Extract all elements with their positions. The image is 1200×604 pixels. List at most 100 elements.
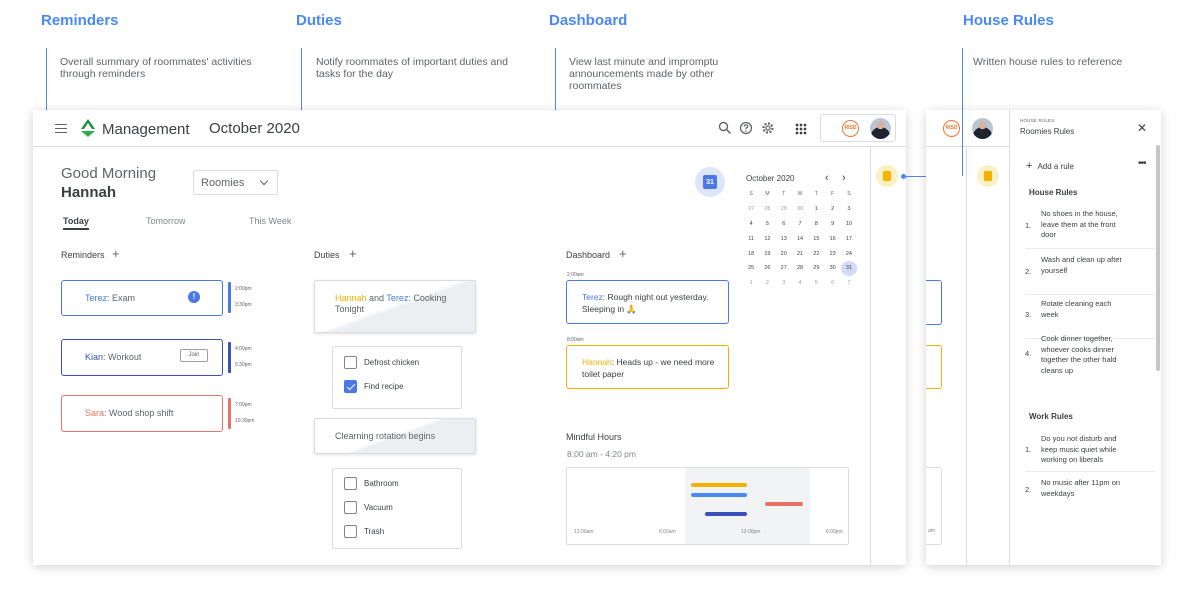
join-button[interactable]: Join <box>180 349 208 362</box>
tab-tomorrow[interactable]: Tomorrow <box>146 216 186 226</box>
calendar-day[interactable]: 3 <box>776 276 792 291</box>
more-options-icon[interactable]: ••• <box>1138 158 1146 169</box>
calendar-day[interactable]: 11 <box>743 231 759 246</box>
reminder-activity: : Wood shop shift <box>104 408 174 418</box>
calendar-day[interactable]: 5 <box>759 217 775 232</box>
current-month: October 2020 <box>209 120 300 137</box>
add-reminder-plus-icon[interactable]: + <box>112 247 120 260</box>
calendar-day[interactable]: 8 <box>808 217 824 232</box>
chevron-down-icon <box>259 176 269 186</box>
search-icon[interactable] <box>718 121 732 135</box>
checkbox-defrost[interactable] <box>344 356 357 369</box>
calendar-day[interactable]: 3 <box>841 202 857 217</box>
calendar-day[interactable]: 10 <box>841 217 857 232</box>
reminder-activity: : Exam <box>107 293 136 303</box>
menu-icon[interactable] <box>55 124 67 133</box>
calendar-day[interactable]: 27 <box>776 261 792 276</box>
calendar-day[interactable]: 14 <box>792 231 808 246</box>
plus-icon: + <box>1026 160 1033 172</box>
rule-item[interactable]: 2. No music after 11pm on weekdays <box>1025 478 1155 508</box>
rule-item[interactable]: 2. Wash and clean up after yourself <box>1025 255 1155 295</box>
calendar-day[interactable]: 29 <box>776 202 792 217</box>
calendar-day[interactable]: 28 <box>759 202 775 217</box>
calendar-day[interactable]: 4 <box>792 276 808 291</box>
house-rules-note-icon[interactable] <box>977 165 999 187</box>
user-avatar[interactable] <box>870 118 891 139</box>
group-select[interactable]: Roomies <box>193 170 278 195</box>
calendar-day[interactable]: 30 <box>824 261 840 276</box>
reminder-card[interactable]: Sara: Wood shop shift <box>61 395 223 432</box>
rule-item[interactable]: 3. Rotate cleaning each week <box>1025 299 1155 339</box>
duty-card[interactable]: Hannah and Terez: Cooking Tonight <box>314 280 476 333</box>
calendar-icon-day: 31 <box>703 175 717 189</box>
duty-card[interactable]: Clearning rotation begins <box>314 418 476 454</box>
calendar-day[interactable]: 25 <box>743 261 759 276</box>
calendar-app-icon[interactable]: 31 <box>695 167 725 197</box>
calendar-day[interactable]: 16 <box>824 231 840 246</box>
rule-text: Wash and clean up after yourself <box>1041 255 1123 275</box>
panel-kicker: HOUSE RULES <box>1020 118 1055 123</box>
calendar-day-selected[interactable]: 31 <box>840 260 858 276</box>
settings-gear-icon[interactable] <box>761 121 775 135</box>
calendar-day[interactable]: 18 <box>743 246 759 261</box>
calendar-day[interactable]: 2 <box>824 202 840 217</box>
calendar-day[interactable]: 28 <box>792 261 808 276</box>
reminder-card[interactable]: Kian: Workout Join <box>61 339 223 376</box>
work-rules-heading: Work Rules <box>1029 412 1073 421</box>
add-duty-plus-icon[interactable]: + <box>349 247 357 260</box>
rule-item[interactable]: 1. No shoes in the house, leave them at … <box>1025 209 1155 249</box>
tab-this-week[interactable]: This Week <box>249 216 291 226</box>
calendar-day[interactable]: 13 <box>776 231 792 246</box>
help-icon[interactable] <box>739 121 753 135</box>
calendar-day[interactable]: 17 <box>841 231 857 246</box>
reminder-card[interactable]: Terez: Exam ! <box>61 280 223 316</box>
apps-grid-icon[interactable] <box>795 123 807 135</box>
calendar-day[interactable]: 6 <box>776 217 792 232</box>
calendar-day[interactable]: 15 <box>808 231 824 246</box>
calendar-day[interactable]: 6 <box>824 276 840 291</box>
close-icon[interactable]: ✕ <box>1137 121 1147 135</box>
calendar-day[interactable]: 20 <box>776 246 792 261</box>
calendar-day[interactable]: 1 <box>808 202 824 217</box>
rule-item[interactable]: 4. Cook dinner together, whoever cooks d… <box>1025 334 1155 384</box>
chevron-right-icon[interactable]: › <box>842 172 846 184</box>
duty-title: Clearning rotation begins <box>335 431 436 441</box>
calendar-day[interactable]: 7 <box>841 276 857 291</box>
calendar-day[interactable]: 26 <box>759 261 775 276</box>
reminders-heading: Reminders <box>61 250 105 260</box>
tab-today[interactable]: Today <box>63 216 89 230</box>
calendar-day[interactable]: 30 <box>792 202 808 217</box>
add-rule-button[interactable]: + Add a rule <box>1026 160 1074 172</box>
checkbox-vacuum[interactable] <box>344 501 357 514</box>
dashboard-post[interactable]: Hannah: Heads up - we need more toilet p… <box>566 345 729 389</box>
add-rule-label: Add a rule <box>1037 162 1074 171</box>
calendar-day[interactable]: 19 <box>759 246 775 261</box>
calendar-day[interactable]: 5 <box>808 276 824 291</box>
dashboard-post[interactable]: Terez: Rough night out yesterday. Sleepi… <box>566 280 729 324</box>
calendar-day[interactable]: 1 <box>743 276 759 291</box>
calendar-weekday: T <box>814 191 818 198</box>
house-rules-note-icon[interactable] <box>876 165 898 187</box>
duties-heading: Duties <box>314 250 340 260</box>
checkbox-bathroom[interactable] <box>344 477 357 490</box>
checkbox-find-recipe[interactable] <box>344 380 357 393</box>
calendar-day[interactable]: 27 <box>743 202 759 217</box>
account-switcher[interactable]: RISD <box>820 114 896 142</box>
calendar-weekday: M <box>765 191 770 198</box>
checkbox-trash[interactable] <box>344 525 357 538</box>
calendar-day[interactable]: 23 <box>824 246 840 261</box>
calendar-day[interactable]: 7 <box>792 217 808 232</box>
calendar-day[interactable]: 4 <box>743 217 759 232</box>
rule-item[interactable]: 1. Do you not disturb and keep music qui… <box>1025 434 1155 472</box>
calendar-day[interactable]: 2 <box>759 276 775 291</box>
calendar-day[interactable]: 29 <box>808 261 824 276</box>
add-post-plus-icon[interactable]: + <box>619 247 627 260</box>
panel-scrollbar[interactable] <box>1156 145 1160 371</box>
chevron-left-icon[interactable]: ‹ <box>825 172 829 184</box>
calendar-day[interactable]: 22 <box>808 246 824 261</box>
calendar-day[interactable]: 12 <box>759 231 775 246</box>
calendar-day[interactable]: 9 <box>824 217 840 232</box>
calendar-day[interactable]: 24 <box>841 246 857 261</box>
calendar-day[interactable]: 21 <box>792 246 808 261</box>
user-avatar[interactable] <box>972 118 993 139</box>
